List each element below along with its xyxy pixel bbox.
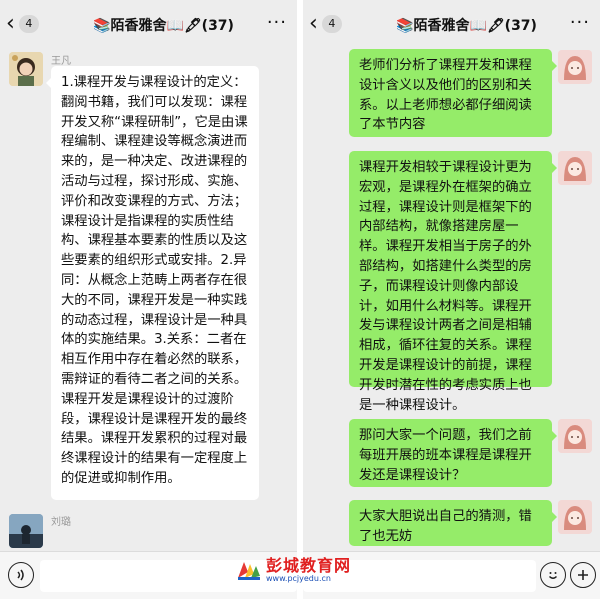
avatar[interactable] (558, 500, 592, 534)
message-bubble[interactable]: 那问大家一个问题，我们之前每班开展的班本课程是课程开发还是课程设计？ (349, 419, 557, 487)
chat-header: ‹ 4 📚陌香雅舍📖🖋(37) ··· (303, 0, 600, 50)
watermark-url: www.pcjyedu.cn (266, 573, 331, 583)
watermark: 彭城教育网 www.pcjyedu.cn (236, 556, 376, 584)
message-bubble[interactable]: 大家大胆说出自己的猜测，错了也无妨 (349, 500, 557, 546)
more-dots-icon[interactable]: ··· (570, 12, 590, 33)
avatar[interactable] (558, 151, 592, 185)
avatar[interactable] (9, 514, 43, 548)
plus-icon[interactable] (570, 562, 596, 588)
message-bubble[interactable]: 课程开发相较于课程设计更为宏观，是课程外在框架的确立过程，课程设计则是框架下的内… (349, 151, 557, 413)
chat-title: 📚陌香雅舍📖🖋(37) (396, 18, 537, 34)
sender-name: 刘璐 (51, 517, 71, 528)
chat-title: 📚陌香雅舍📖🖋(37) (93, 18, 234, 34)
chevron-left-icon: ‹ (6, 11, 15, 36)
unread-badge: 4 (321, 15, 342, 33)
chevron-left-icon: ‹ (309, 11, 318, 36)
emoji-icon[interactable] (540, 562, 566, 588)
message-bubble[interactable]: 老师们分析了课程开发和课程设计含义以及他们的区别和关系。以上老师想必都仔细阅读了… (349, 49, 557, 137)
sender-name: 王凡 (51, 56, 71, 67)
chat-header: ‹ 4 📚陌香雅舍📖🖋(37) ··· (0, 0, 297, 50)
avatar[interactable] (558, 50, 592, 84)
unread-badge: 4 (18, 15, 39, 33)
avatar[interactable] (558, 419, 592, 453)
back-button[interactable]: ‹ 4 (309, 11, 342, 36)
more-dots-icon[interactable]: ··· (267, 12, 287, 33)
right-chat-pane: ‹ 4 📚陌香雅舍📖🖋(37) ··· 老师们分析了课程开发和课程设计含义以及他… (303, 0, 600, 599)
voice-icon[interactable] (8, 562, 34, 588)
back-button[interactable]: ‹ 4 (6, 11, 39, 36)
watermark-logo-icon (236, 558, 262, 582)
avatar[interactable] (9, 52, 43, 86)
message-bubble[interactable]: 1.课程开发与课程设计的定义：翻阅书籍，我们可以发现：课程开发又称“课程研制”，… (46, 66, 259, 500)
left-chat-pane: ‹ 4 📚陌香雅舍📖🖋(37) ··· 王凡 1.课程开发与课程设计的定义：翻阅… (0, 0, 297, 599)
watermark-text: 彭城教育网 (266, 555, 352, 575)
